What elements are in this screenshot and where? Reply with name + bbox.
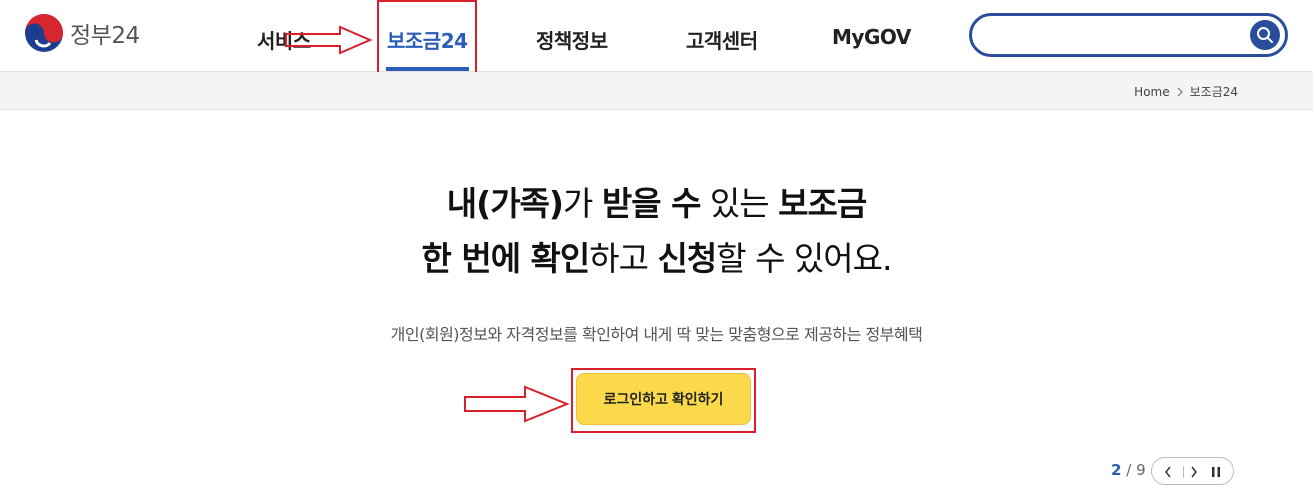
search-input[interactable] bbox=[969, 13, 1288, 57]
slide-current: 2 bbox=[1111, 461, 1122, 479]
hero-text: 받을 수 bbox=[601, 184, 702, 223]
hero-text: 신청 bbox=[657, 239, 717, 278]
chevron-right-icon bbox=[1177, 87, 1183, 96]
gov-logo-icon bbox=[25, 14, 63, 52]
breadcrumb-home[interactable]: Home bbox=[1134, 85, 1169, 99]
breadcrumb-current: 보조금24 bbox=[1189, 85, 1238, 99]
site-header: 정부24 서비스 보조금24 정책정보 고객센터 MyGOV bbox=[0, 0, 1313, 72]
slide-total: 9 bbox=[1136, 461, 1146, 479]
hero-text: 한 번에 확인 bbox=[421, 239, 590, 278]
gov24-logo[interactable]: 정부24 bbox=[24, 13, 140, 53]
hero-text: 가 bbox=[563, 184, 602, 223]
search-button[interactable] bbox=[1250, 20, 1280, 50]
next-slide-button[interactable] bbox=[1186, 462, 1202, 482]
breadcrumb: Home 보조금24 bbox=[1134, 83, 1238, 100]
prev-slide-button[interactable] bbox=[1160, 462, 1176, 482]
red-arrow-icon bbox=[285, 25, 373, 55]
hero-text: 내(가족) bbox=[446, 184, 564, 223]
hero-text: 보조금 bbox=[778, 184, 867, 223]
nav-customer-center[interactable]: 고객센터 bbox=[686, 25, 758, 54]
pager-divider bbox=[1181, 462, 1185, 482]
slide-separator: / bbox=[1126, 461, 1132, 479]
search-icon bbox=[1257, 27, 1273, 43]
hero-description: 개인(회원)정보와 자격정보를 확인하여 내게 딱 맞는 맞춤형으로 제공하는 … bbox=[390, 325, 923, 344]
chevron-right-icon bbox=[1191, 466, 1197, 478]
hero-text: 있는 bbox=[700, 184, 779, 223]
nav-mygov[interactable]: MyGOV bbox=[832, 25, 911, 49]
pause-icon bbox=[1212, 467, 1220, 477]
annotation-box-nav bbox=[377, 0, 477, 77]
slide-controls bbox=[1151, 457, 1234, 485]
logo-text: 정부24 bbox=[70, 23, 140, 49]
login-and-check-button[interactable]: 로그인하고 확인하기 bbox=[576, 373, 751, 425]
red-arrow-icon bbox=[464, 385, 570, 423]
slide-counter: 2 / 9 bbox=[1111, 461, 1146, 479]
pause-slide-button[interactable] bbox=[1208, 462, 1224, 482]
hero-title-line1: 내(가족)가 받을 수 있는 보조금 bbox=[0, 177, 1313, 225]
hero-title-line2: 한 번에 확인하고 신청할 수 있어요. bbox=[0, 232, 1313, 280]
hero-text: 할 수 있어요. bbox=[716, 239, 892, 278]
breadcrumb-bar: Home 보조금24 bbox=[0, 72, 1313, 110]
nav-policy-info[interactable]: 정책정보 bbox=[536, 25, 608, 54]
chevron-left-icon bbox=[1165, 466, 1171, 478]
hero-text: 하고 bbox=[589, 239, 658, 278]
